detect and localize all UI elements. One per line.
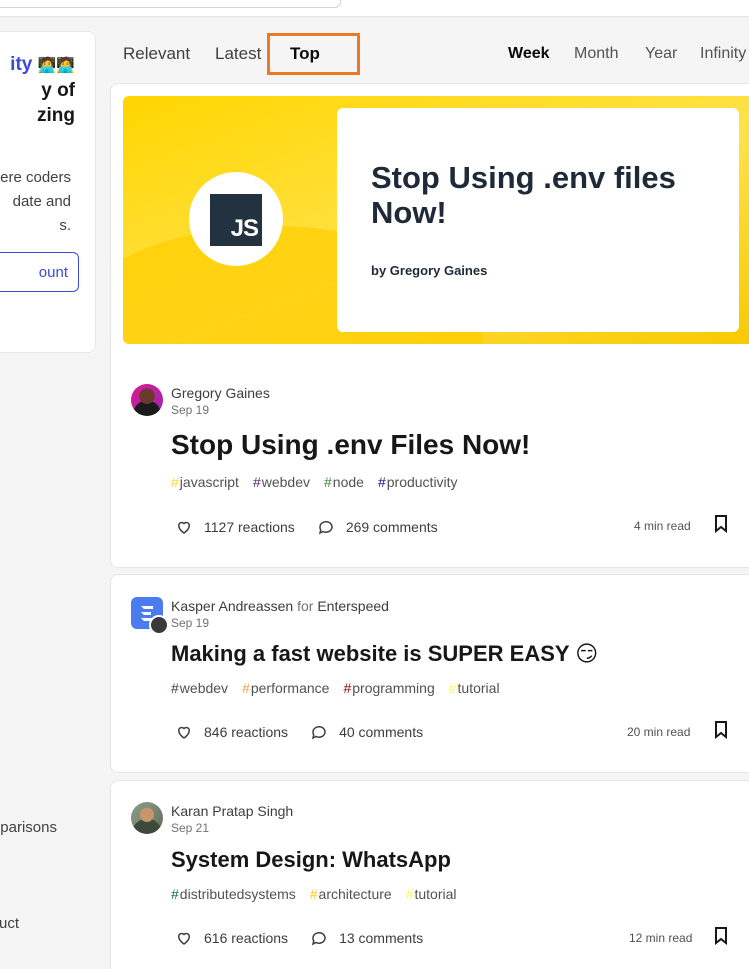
post-date[interactable]: Sep 19	[171, 402, 270, 418]
reactions-button[interactable]: 846 reactions	[175, 723, 288, 741]
range-month[interactable]: Month	[574, 45, 618, 63]
post-date[interactable]: Sep 19	[171, 615, 389, 631]
top-bar	[0, 0, 749, 17]
range-infinity[interactable]: Infinity	[700, 45, 746, 63]
comment-icon	[318, 520, 333, 535]
tag-link[interactable]: #productivity	[378, 474, 458, 490]
author-name: Kasper Andreassen for Enterspeed	[171, 598, 389, 614]
tag-link[interactable]: #programming	[343, 680, 434, 696]
range-year[interactable]: Year	[645, 45, 677, 63]
post-title[interactable]: Stop Using .env Files Now!	[171, 429, 530, 461]
comments-button[interactable]: 269 comments	[317, 518, 438, 536]
organization-name[interactable]: Enterspeed	[317, 598, 389, 614]
community-card: ity 🧑‍💻🧑‍💻 y of zing ere coders date and…	[0, 31, 96, 353]
tag-link[interactable]: #architecture	[310, 886, 392, 902]
article-card[interactable]: Kasper Andreassen for Enterspeed Sep 19 …	[110, 574, 749, 773]
org-logo[interactable]	[131, 597, 169, 635]
tag-list: #webdev #performance #programming #tutor…	[171, 680, 500, 696]
article-card[interactable]: JS Stop Using .env files Now! by Gregory…	[110, 83, 749, 568]
post-actions: 846 reactions 40 comments	[175, 723, 445, 741]
read-time: 12 min read	[629, 931, 693, 945]
tag-link[interactable]: #webdev	[171, 680, 228, 696]
tag-list: #distributedsystems #architecture #tutor…	[171, 886, 457, 902]
sidebar-link-product[interactable]: uct	[0, 915, 19, 932]
author-row: Kasper Andreassen for Enterspeed Sep 19	[131, 597, 389, 635]
article-cover-image[interactable]: JS Stop Using .env files Now! by Gregory…	[123, 96, 749, 344]
post-title[interactable]: Making a fast website is SUPER EASY 😏	[171, 641, 598, 667]
post-actions: 1127 reactions 269 comments	[175, 518, 460, 536]
tab-top-highlight	[267, 33, 360, 75]
comment-icon	[311, 725, 326, 740]
coder-emoji: 🧑‍💻🧑‍💻	[37, 57, 75, 74]
sidebar-link-comparisons[interactable]: parisons	[0, 819, 57, 836]
reactions-button[interactable]: 616 reactions	[175, 929, 288, 947]
avatar[interactable]	[149, 615, 169, 635]
avatar[interactable]	[131, 802, 163, 834]
tag-link[interactable]: #distributedsystems	[171, 886, 296, 902]
tag-link[interactable]: #node	[324, 474, 364, 490]
tag-link[interactable]: #webdev	[253, 474, 310, 490]
comments-button[interactable]: 40 comments	[310, 723, 423, 741]
author-row: Karan Pratap Singh Sep 21	[131, 802, 293, 836]
tag-link[interactable]: #tutorial	[449, 680, 500, 696]
tag-list: #javascript #webdev #node #productivity	[171, 474, 458, 490]
community-description: ere coders date and s.	[0, 169, 71, 234]
read-time: 20 min read	[627, 725, 691, 739]
tab-latest[interactable]: Latest	[215, 44, 261, 64]
range-week[interactable]: Week	[508, 45, 550, 63]
cover-title: Stop Using .env files Now!	[371, 160, 676, 230]
create-account-button[interactable]: ount	[0, 252, 79, 292]
tag-link[interactable]: #javascript	[171, 474, 239, 490]
bookmark-icon[interactable]	[713, 721, 729, 739]
tab-relevant[interactable]: Relevant	[123, 44, 190, 64]
post-title[interactable]: System Design: WhatsApp	[171, 847, 451, 873]
heart-icon	[177, 932, 191, 945]
article-card[interactable]: Karan Pratap Singh Sep 21 System Design:…	[110, 780, 749, 969]
heart-icon	[177, 726, 191, 739]
javascript-logo-icon: JS	[210, 194, 262, 246]
post-date[interactable]: Sep 21	[171, 820, 293, 836]
author-row: Gregory Gaines Sep 19	[131, 384, 270, 418]
reactions-button[interactable]: 1127 reactions	[175, 518, 295, 536]
bookmark-icon[interactable]	[713, 927, 729, 945]
heart-icon	[177, 521, 191, 534]
read-time: 4 min read	[634, 519, 691, 533]
avatar[interactable]	[131, 384, 163, 416]
author-name[interactable]: Karan Pratap Singh	[171, 802, 293, 820]
post-actions: 616 reactions 13 comments	[175, 929, 445, 947]
tag-link[interactable]: #tutorial	[406, 886, 457, 902]
cover-byline: by Gregory Gaines	[371, 263, 488, 278]
comments-button[interactable]: 13 comments	[310, 929, 423, 947]
bookmark-icon[interactable]	[713, 515, 729, 533]
search-input[interactable]	[0, 0, 341, 8]
comment-icon	[311, 931, 326, 946]
author-name[interactable]: Gregory Gaines	[171, 384, 270, 402]
community-title: ity 🧑‍💻🧑‍💻 y of zing	[10, 54, 75, 126]
tag-link[interactable]: #performance	[242, 680, 329, 696]
